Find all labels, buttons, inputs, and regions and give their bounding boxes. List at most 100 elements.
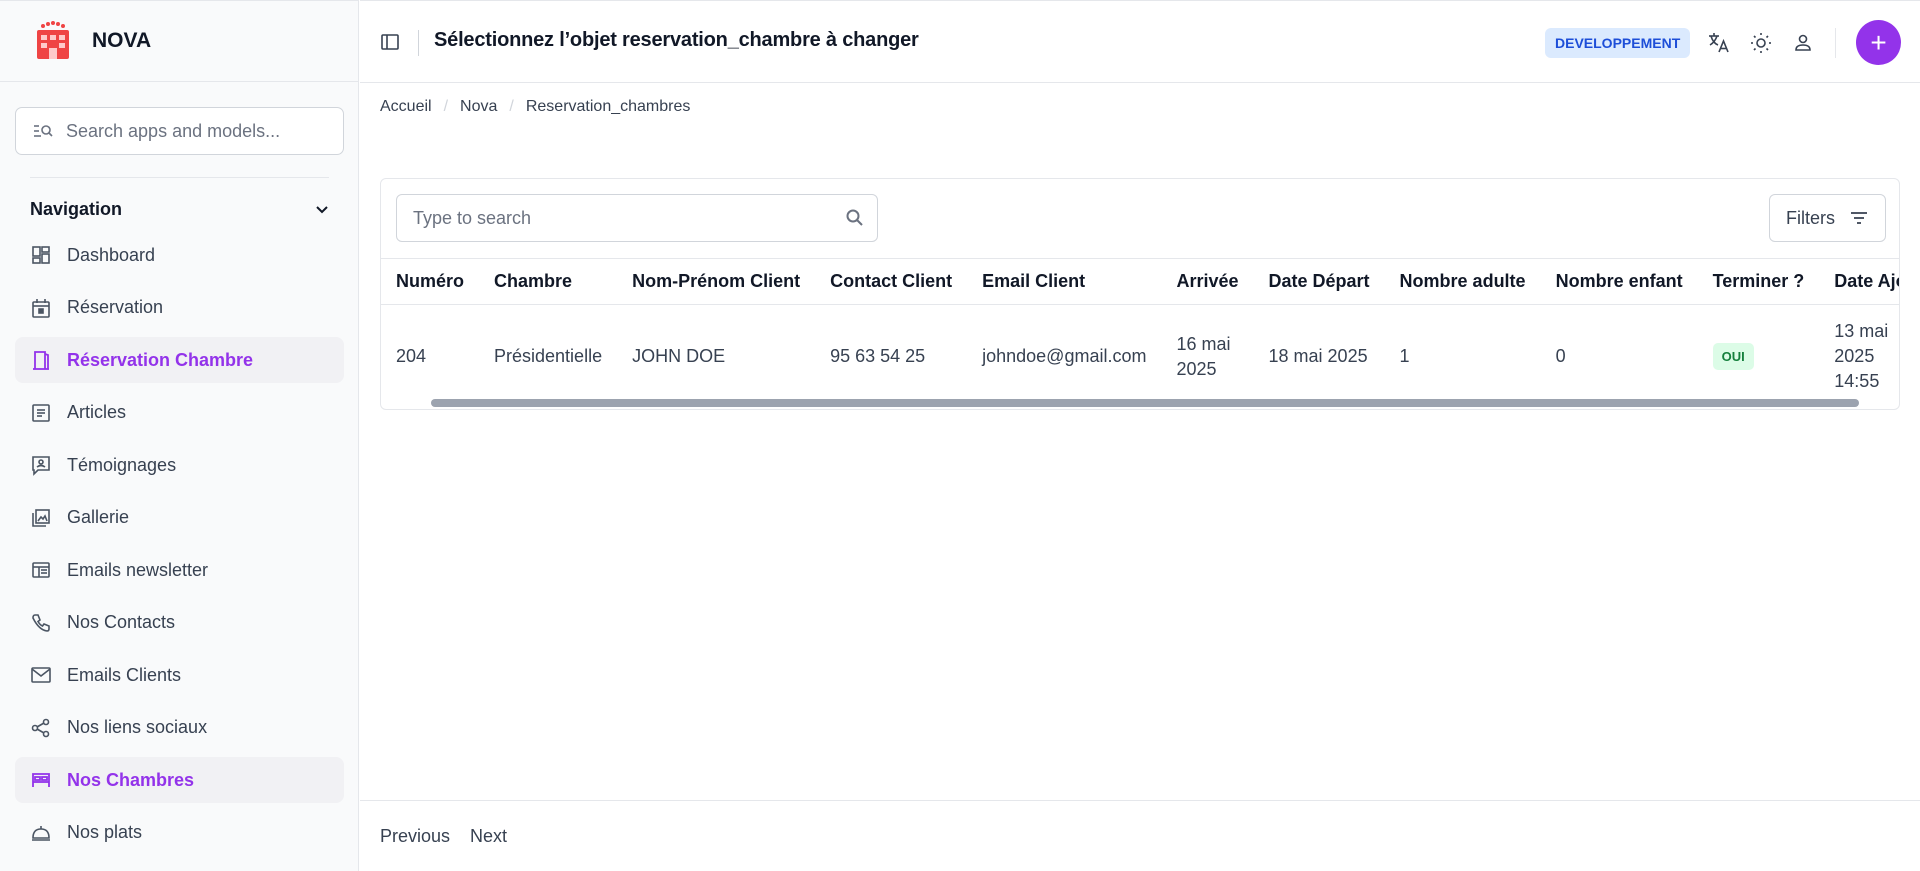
column-header-terminer[interactable]: Terminer ?	[1697, 258, 1820, 305]
sidebar-item-gallerie[interactable]: Gallerie	[15, 495, 344, 541]
mail-icon	[30, 664, 52, 686]
table-row[interactable]: 204 Présidentielle JOHN DOE 95 63 54 25 …	[381, 305, 1899, 409]
newsletter-icon	[30, 559, 52, 581]
sidebar-item-dashboard[interactable]: Dashboard	[15, 232, 344, 278]
sidebar-item-emails-newsletter[interactable]: Emails newsletter	[15, 547, 344, 593]
bed-door-icon	[30, 349, 52, 371]
results-table: Numéro Chambre Nom-Prénom Client Contact…	[381, 258, 1899, 409]
sidebar-item-temoignages[interactable]: Témoignages	[15, 442, 344, 488]
results-table-wrapper: Numéro Chambre Nom-Prénom Client Contact…	[381, 258, 1899, 409]
sidebar-item-label: Emails Clients	[67, 664, 182, 685]
dashboard-icon	[30, 244, 52, 266]
add-button[interactable]: +	[1856, 20, 1901, 65]
sidebar-item-label: Nos plats	[67, 822, 143, 842]
sidebar-item-label: Témoignages	[67, 454, 177, 475]
cell-nom: JOHN DOE	[632, 346, 726, 367]
breadcrumb-accueil[interactable]: Accueil	[380, 98, 432, 116]
table-search-input[interactable]	[413, 207, 813, 229]
sidebar-item-label: Réservation Chambre	[67, 349, 254, 370]
status-badge: OUI	[1712, 343, 1754, 371]
translate-icon[interactable]	[1707, 31, 1731, 55]
changelist-card: Filters Numéro Chambre Nom-Prénom Client…	[380, 178, 1900, 410]
sidebar-item-label: Gallerie	[67, 507, 130, 527]
breadcrumb-current: Reservation_chambres	[525, 98, 691, 115]
next-button[interactable]: Next	[470, 826, 507, 847]
brand[interactable]: NOVA	[0, 0, 358, 82]
sidebar-item-nos-contacts[interactable]: Nos Contacts	[15, 600, 344, 646]
column-header-adultes[interactable]: Nombre adulte	[1384, 258, 1541, 305]
sidebar-item-emails-clients[interactable]: Emails Clients	[15, 652, 344, 698]
column-header-depart[interactable]: Date Départ	[1253, 258, 1385, 305]
testimonial-icon	[30, 454, 52, 476]
sidebar-item-label: Réservation	[67, 297, 164, 317]
page-title: Sélectionnez l’objet reservation_chambre…	[434, 29, 919, 51]
table-header-row: Numéro Chambre Nom-Prénom Client Contact…	[381, 258, 1899, 305]
breadcrumb-nova[interactable]: Nova	[460, 98, 497, 116]
filters-button[interactable]: Filters	[1769, 194, 1886, 242]
breadcrumb-separator: /	[443, 98, 449, 115]
cell-email: johndoe@gmail.com	[982, 346, 1147, 367]
share-icon	[30, 717, 52, 739]
cell-date-ajout: 13 mai 2025 14:55	[1834, 321, 1889, 392]
cell-contact: 95 63 54 25	[830, 346, 926, 367]
top-bar: Sélectionnez l’objet reservation_chambre…	[360, 0, 1920, 83]
previous-button[interactable]: Previous	[380, 826, 450, 847]
navigation-toggle[interactable]: Navigation	[30, 195, 330, 223]
filter-lines-icon	[1849, 208, 1869, 228]
gallery-icon	[30, 507, 52, 529]
article-icon	[30, 402, 52, 424]
column-header-enfants[interactable]: Nombre enfant	[1540, 258, 1698, 305]
breadcrumb-separator: /	[509, 98, 514, 115]
actions-divider	[1835, 28, 1836, 58]
sidebar-item-label: Articles	[67, 402, 127, 422]
column-header-chambre[interactable]: Chambre	[479, 258, 618, 305]
navigation-title: Navigation	[30, 198, 123, 219]
cell-arrivee: 16 mai 2025	[1176, 333, 1231, 379]
sidebar-search-placeholder: Search apps and models...	[66, 120, 281, 141]
sidebar-item-reservation[interactable]: Réservation	[15, 285, 344, 331]
column-header-contact[interactable]: Contact Client	[815, 258, 968, 305]
sidebar-item-label: Nos Chambres	[67, 769, 195, 790]
cell-terminer: OUI	[1698, 305, 1820, 409]
filters-label: Filters	[1786, 207, 1835, 228]
environment-badge: DEVELOPPEMENT	[1545, 28, 1691, 58]
cell-numero[interactable]: 204	[381, 305, 479, 409]
cell-depart: 18 mai 2025	[1268, 346, 1368, 367]
column-header-email[interactable]: Email Client	[967, 258, 1162, 305]
breadcrumb: Accueil / Nova / Reservation_chambres	[380, 98, 690, 116]
sidebar-search-input[interactable]: Search apps and models...	[15, 107, 344, 155]
pagination: Previous Next	[360, 800, 1920, 871]
sidebar-item-nos-chambres[interactable]: Nos Chambres	[15, 757, 344, 803]
cell-adultes: 1	[1399, 346, 1410, 367]
search-icon[interactable]	[845, 208, 865, 228]
cell-chambre: Présidentielle	[494, 346, 603, 367]
horizontal-scrollbar[interactable]	[431, 399, 1859, 407]
sidebar-nav: Dashboard Réservation Réservation Chambr…	[15, 232, 344, 862]
sidebar-toggle-icon[interactable]	[379, 31, 401, 53]
sidebar-item-label: Emails newsletter	[67, 559, 209, 580]
chevron-down-icon	[314, 201, 330, 217]
sidebar: NOVA Search apps and models... Navigatio…	[0, 0, 359, 871]
brand-name: NOVA	[92, 29, 152, 52]
sidebar-item-label: Nos Contacts	[67, 612, 176, 632]
dish-icon	[30, 822, 52, 844]
title-divider	[418, 30, 419, 56]
sidebar-item-nos-plats[interactable]: Nos plats	[15, 810, 344, 856]
search-list-icon	[32, 120, 54, 142]
sidebar-divider	[30, 177, 329, 178]
cell-enfants: 0	[1555, 346, 1566, 367]
column-header-nom[interactable]: Nom-Prénom Client	[617, 258, 816, 305]
sidebar-item-label: Dashboard	[67, 244, 156, 265]
phone-icon	[30, 612, 52, 634]
column-header-arrivee[interactable]: Arrivée	[1161, 258, 1254, 305]
column-header-numero[interactable]: Numéro	[381, 258, 480, 305]
sidebar-item-nos-liens-sociaux[interactable]: Nos liens sociaux	[15, 705, 344, 751]
sidebar-item-articles[interactable]: Articles	[15, 390, 344, 436]
calendar-icon	[30, 297, 52, 319]
user-icon[interactable]	[1791, 31, 1815, 55]
table-search[interactable]	[396, 194, 878, 242]
sidebar-item-label: Nos liens sociaux	[67, 717, 208, 737]
theme-sun-icon[interactable]	[1749, 31, 1773, 55]
sidebar-item-reservation-chambre[interactable]: Réservation Chambre	[15, 337, 344, 383]
column-header-date-ajout[interactable]: Date Ajout	[1819, 258, 1899, 305]
